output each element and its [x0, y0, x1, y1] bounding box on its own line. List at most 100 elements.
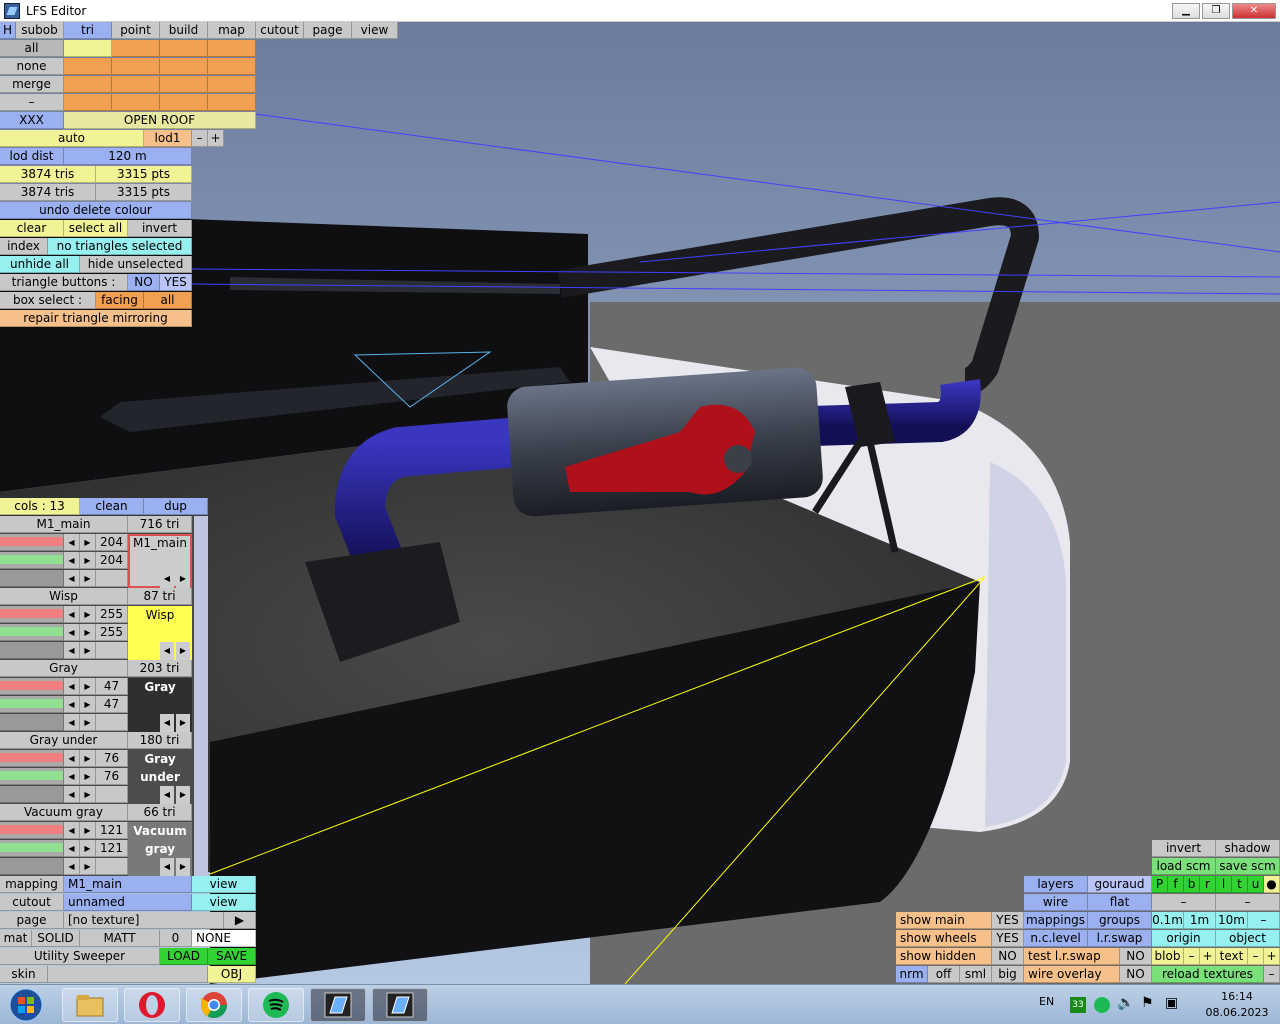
cutout-value[interactable]: unnamed	[64, 894, 192, 911]
tri-group-4[interactable]	[208, 40, 256, 57]
layers-button[interactable]: layers	[1024, 876, 1088, 893]
dash-right-1[interactable]: –	[1152, 894, 1216, 911]
colour-r-slider[interactable]	[0, 534, 64, 551]
page-value[interactable]: [no texture]	[64, 912, 224, 929]
colour-g-value[interactable]: 121	[96, 840, 128, 857]
colour-alpha-right-icon[interactable]: ▶	[80, 786, 96, 803]
tab-tri[interactable]: tri	[64, 22, 112, 39]
flag-P-button[interactable]: P	[1152, 876, 1168, 893]
colour-g-right-icon[interactable]: ▶	[80, 696, 96, 713]
tab-view[interactable]: view	[352, 22, 398, 39]
colour-alpha-right-icon[interactable]: ▶	[80, 642, 96, 659]
flag-l-button[interactable]: l	[1216, 876, 1232, 893]
colour-alpha-left-icon[interactable]: ◀	[64, 858, 80, 875]
show-main-toggle[interactable]: YES	[992, 912, 1024, 929]
hide-unselected-button[interactable]: hide unselected	[80, 256, 192, 273]
colour-list-scrollbar[interactable]	[194, 516, 208, 876]
nc-level-button[interactable]: n.c.level	[1024, 930, 1088, 947]
colour-g-right-icon[interactable]: ▶	[80, 840, 96, 857]
colour-alpha-slider[interactable]	[0, 570, 64, 587]
flag-u-button[interactable]: u	[1248, 876, 1264, 893]
tab-cutout[interactable]: cutout	[256, 22, 304, 39]
open-roof-group[interactable]: OPEN ROOF	[64, 112, 256, 129]
lod1-button[interactable]: lod1	[144, 130, 192, 147]
triangle-buttons-yes[interactable]: YES	[160, 274, 192, 291]
colour-swatch[interactable]: Gray ◀ ▶	[128, 678, 192, 732]
h-button[interactable]: H	[0, 22, 16, 39]
colour-g-slider[interactable]	[0, 552, 64, 569]
page-arrow-icon[interactable]: ▶	[224, 912, 256, 929]
colour-r-right-icon[interactable]: ▶	[80, 534, 96, 551]
colour-alpha-value[interactable]	[96, 858, 128, 875]
file-explorer-icon[interactable]	[62, 988, 118, 1022]
colour-r-left-icon[interactable]: ◀	[64, 750, 80, 767]
object-name[interactable]: Utility Sweeper	[0, 948, 160, 965]
colour-g-value[interactable]: 47	[96, 696, 128, 713]
colour-r-left-icon[interactable]: ◀	[64, 822, 80, 839]
swatch-right-icon[interactable]: ▶	[176, 570, 190, 588]
colour-name[interactable]: Gray	[0, 660, 128, 677]
tri-group-9[interactable]	[64, 76, 112, 93]
colour-r-value[interactable]: 47	[96, 678, 128, 695]
tab-map[interactable]: map	[208, 22, 256, 39]
show-wheels-toggle[interactable]: YES	[992, 930, 1024, 947]
network-icon[interactable]: ▣	[1165, 995, 1178, 1011]
invert-view-button[interactable]: invert	[1152, 840, 1216, 857]
select-all-button[interactable]: all	[0, 40, 64, 57]
dup-button[interactable]: dup	[144, 498, 208, 515]
reload-textures-button[interactable]: reload textures	[1152, 966, 1264, 983]
minimize-icon[interactable]: ▁	[1172, 3, 1200, 19]
lod-plus-button[interactable]: +	[208, 130, 224, 147]
lfs-icon[interactable]	[310, 988, 366, 1022]
colour-g-left-icon[interactable]: ◀	[64, 624, 80, 641]
colour-g-left-icon[interactable]: ◀	[64, 696, 80, 713]
select-all-tri-button[interactable]: select all	[64, 220, 128, 237]
action-center-flag-icon[interactable]: ⚑	[1141, 995, 1154, 1011]
colour-g-value[interactable]: 204	[96, 552, 128, 569]
index-button[interactable]: index	[0, 238, 48, 255]
show-hidden-toggle[interactable]: NO	[992, 948, 1024, 965]
volume-icon[interactable]: 🔈	[1117, 995, 1134, 1011]
off-button[interactable]: off	[928, 966, 960, 983]
step-1m[interactable]: 1m	[1184, 912, 1216, 929]
colour-g-right-icon[interactable]: ▶	[80, 552, 96, 569]
lod-auto-button[interactable]: auto	[0, 130, 144, 147]
invert-button[interactable]: invert	[128, 220, 192, 237]
skin-value[interactable]	[48, 966, 208, 983]
lod-minus-button[interactable]: –	[192, 130, 208, 147]
save-scm-button[interactable]: save scm	[1216, 858, 1280, 875]
close-icon[interactable]: ✕	[1232, 3, 1276, 19]
colour-r-value[interactable]: 255	[96, 606, 128, 623]
colour-r-left-icon[interactable]: ◀	[64, 678, 80, 695]
gouraud-button[interactable]: gouraud	[1088, 876, 1152, 893]
colour-swatch[interactable]: M1_main ◀ ▶	[128, 534, 192, 588]
mat-value[interactable]: 0	[160, 930, 192, 947]
colour-r-value[interactable]: 204	[96, 534, 128, 551]
tri-group-13[interactable]	[64, 94, 112, 111]
save-button[interactable]: SAVE	[208, 948, 256, 965]
tri-group-15[interactable]	[160, 94, 208, 111]
groups-button[interactable]: groups	[1088, 912, 1152, 929]
chrome-icon[interactable]	[186, 988, 242, 1022]
dash-button[interactable]: –	[0, 94, 64, 111]
colour-alpha-right-icon[interactable]: ▶	[80, 858, 96, 875]
colour-alpha-value[interactable]	[96, 714, 128, 731]
3d-viewport[interactable]: H subob tri point build map cutout page …	[0, 22, 1280, 984]
spotify-icon[interactable]	[248, 988, 304, 1022]
swatch-right-icon[interactable]: ▶	[176, 714, 190, 732]
colour-alpha-slider[interactable]	[0, 714, 64, 731]
colour-alpha-slider[interactable]	[0, 642, 64, 659]
tri-group-1[interactable]	[64, 40, 112, 57]
swatch-right-icon[interactable]: ▶	[176, 642, 190, 660]
swatch-right-icon[interactable]: ▶	[176, 858, 190, 876]
tab-build[interactable]: build	[160, 22, 208, 39]
tri-group-12[interactable]	[208, 76, 256, 93]
clean-button[interactable]: clean	[80, 498, 144, 515]
flag-dot[interactable]: ●	[1264, 876, 1280, 893]
colour-alpha-left-icon[interactable]: ◀	[64, 786, 80, 803]
triangle-buttons-no[interactable]: NO	[128, 274, 160, 291]
colour-r-slider[interactable]	[0, 822, 64, 839]
colour-alpha-value[interactable]	[96, 570, 128, 587]
shadow-button[interactable]: shadow	[1216, 840, 1280, 857]
test-lr-swap-toggle[interactable]: NO	[1120, 948, 1152, 965]
